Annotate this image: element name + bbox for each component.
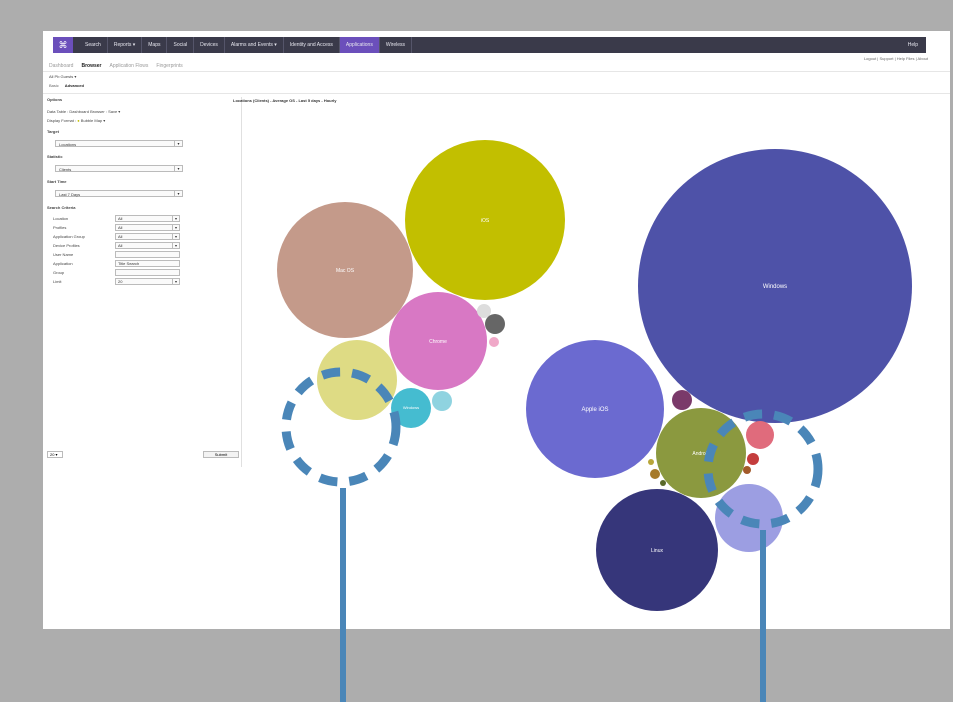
bubble-label: Chrome (429, 339, 447, 345)
bubble-light-yellow[interactable] (317, 340, 397, 420)
bubble-label: iOS (481, 218, 490, 224)
bubble-label: Windows (763, 284, 787, 290)
bubble-small[interactable] (489, 337, 499, 347)
bubble-small[interactable] (660, 480, 666, 486)
bubble-small[interactable] (743, 466, 751, 474)
bubble-label: Windows (403, 405, 419, 410)
bubble-small[interactable] (650, 469, 660, 479)
bubble-small[interactable] (477, 304, 491, 318)
bubble-label: Apple iOS (581, 407, 608, 413)
bubble-light-purple[interactable] (715, 484, 783, 552)
bubble-label: Android (692, 451, 709, 457)
bubble-small[interactable] (672, 390, 692, 410)
bubble-label: Linux (651, 548, 663, 554)
bubble-small[interactable] (746, 421, 774, 449)
bubble-small[interactable] (485, 314, 505, 334)
bubble-small[interactable] (747, 453, 759, 465)
bubble-label: Mac OS (336, 268, 355, 274)
bubble-chart: Mac OS iOS Chrome Windows Windows Apple … (277, 140, 912, 611)
bubble-small[interactable] (648, 459, 654, 465)
bubble-small[interactable] (432, 391, 452, 411)
